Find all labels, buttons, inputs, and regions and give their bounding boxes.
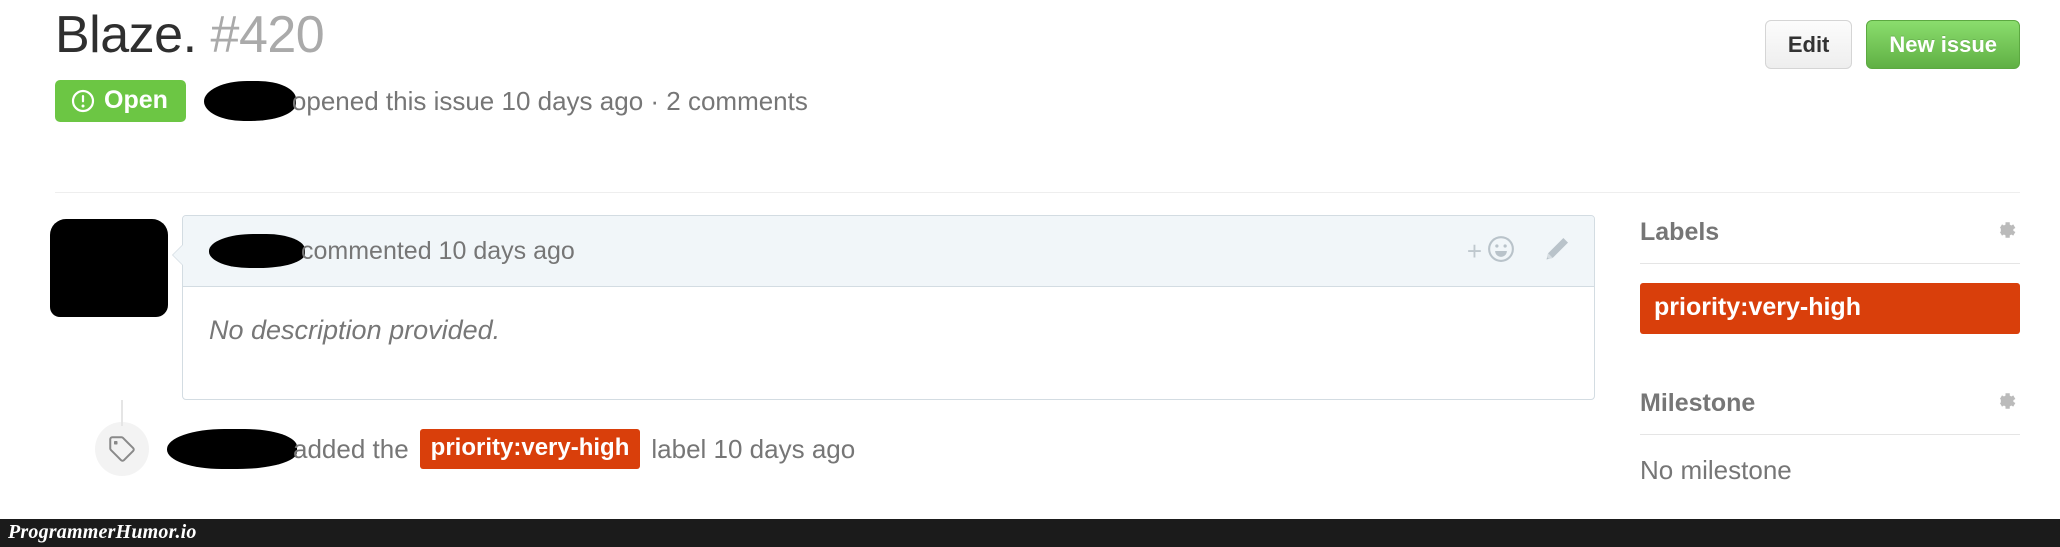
main-column: commented 10 days ago + No description p… — [50, 215, 1595, 476]
timeline-connector — [121, 400, 123, 426]
smiley-icon — [1486, 234, 1516, 269]
new-issue-button[interactable]: New issue — [1866, 20, 2020, 70]
title-row: Blaze. #420 Edit New issue — [55, 6, 2020, 70]
comment-meta-text: commented 10 days ago — [301, 236, 575, 265]
avatar — [50, 219, 168, 317]
milestone-header: Milestone — [1640, 386, 2020, 435]
sidebar-section-labels: Labels priority:very-high — [1640, 215, 2020, 334]
comment-author-line: commented 10 days ago — [209, 234, 575, 268]
tag-icon — [95, 422, 149, 476]
comment-box: commented 10 days ago + No description p… — [172, 215, 1595, 400]
timeline-event-labeled: added the priority:very-high label 10 da… — [86, 400, 1595, 476]
comment-actions: + — [1467, 234, 1572, 269]
inline-label-badge[interactable]: priority:very-high — [419, 429, 641, 469]
issue-state-row: Open opened this issue 10 days ago · 2 c… — [55, 80, 808, 122]
header-actions: Edit New issue — [1764, 20, 2020, 70]
sidebar-label-badge[interactable]: priority:very-high — [1640, 283, 2020, 334]
issue-number: #420 — [210, 6, 325, 64]
status-badge-label: Open — [104, 86, 168, 114]
page-title: Blaze. #420 — [55, 6, 325, 64]
issue-meta-text: opened this issue 10 days ago · 2 commen… — [291, 85, 808, 116]
add-reaction-button[interactable]: + — [1467, 234, 1516, 269]
sidebar-section-milestone: Milestone No milestone — [1640, 386, 2020, 486]
timeline-event-text: added the priority:very-high label 10 da… — [167, 429, 855, 469]
issue-page: Blaze. #420 Edit New issue Open opened t… — [0, 0, 2060, 547]
issue-opened-icon — [71, 89, 95, 113]
plus-icon: + — [1466, 236, 1482, 266]
comment-body: No description provided. — [209, 315, 501, 345]
labels-header: Labels — [1640, 215, 2020, 264]
redacted-author-name — [203, 81, 296, 121]
labels-title: Labels — [1640, 218, 1720, 246]
milestone-title: Milestone — [1640, 388, 1756, 417]
gear-icon[interactable] — [1990, 386, 2020, 421]
edit-comment-button[interactable] — [1542, 234, 1572, 269]
watermark-bar: ProgrammerHumor.io — [0, 519, 2060, 547]
sidebar: Labels priority:very-high Milestone No m… — [1640, 215, 2020, 486]
event-action-text: added the — [293, 433, 409, 464]
milestone-empty-text: No milestone — [1640, 454, 1792, 485]
status-badge[interactable]: Open — [55, 80, 186, 122]
issue-header: Blaze. #420 Edit New issue Open opened t… — [55, 8, 2020, 168]
watermark-text: ProgrammerHumor.io — [8, 521, 197, 543]
comment-thread-item: commented 10 days ago + No description p… — [50, 215, 1595, 400]
gear-icon[interactable] — [1990, 215, 2020, 250]
header-divider — [55, 192, 2020, 193]
edit-button[interactable]: Edit — [1764, 20, 1853, 70]
redacted-comment-author — [209, 234, 305, 268]
redacted-event-actor — [167, 429, 297, 469]
issue-title-text: Blaze. — [55, 6, 197, 64]
event-suffix-text: label 10 days ago — [651, 433, 856, 464]
comment-header: commented 10 days ago + — [183, 216, 1594, 287]
